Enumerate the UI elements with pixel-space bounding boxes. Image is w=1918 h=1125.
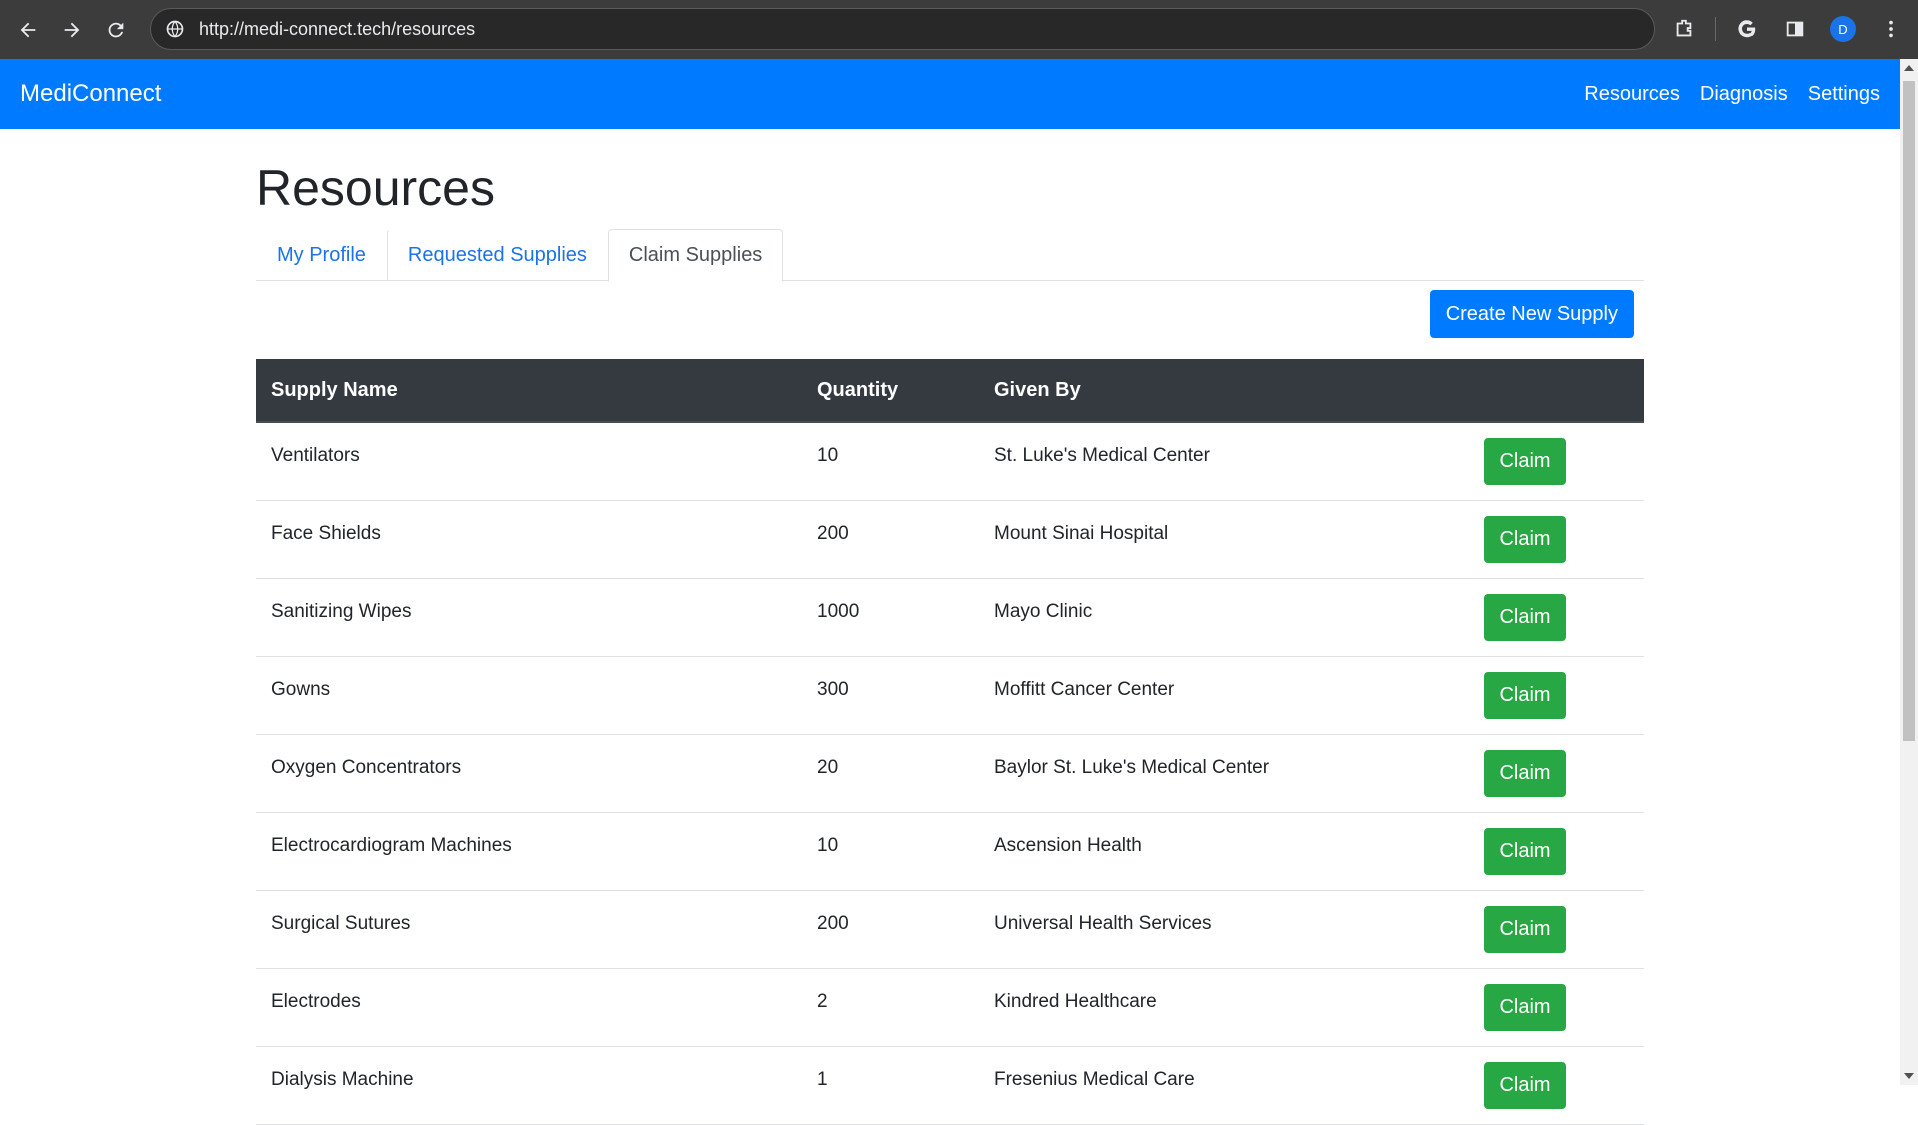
quantity-cell: 10 bbox=[802, 812, 979, 891]
actions-bar: Create New Supply bbox=[256, 281, 1644, 359]
browser-toolbar: http://medi-connect.tech/resources D bbox=[0, 0, 1918, 59]
action-cell: Claim bbox=[1469, 812, 1644, 891]
claim-button[interactable]: Claim bbox=[1484, 905, 1566, 953]
profile-button[interactable]: D bbox=[1826, 12, 1860, 46]
extensions-button[interactable] bbox=[1667, 12, 1701, 46]
google-button[interactable] bbox=[1730, 12, 1764, 46]
nav-link-resources[interactable]: Resources bbox=[1584, 83, 1680, 106]
header-supply-name: Supply Name bbox=[256, 359, 802, 423]
app-navbar: MediConnect Resources Diagnosis Settings bbox=[0, 59, 1900, 129]
claim-button[interactable]: Claim bbox=[1484, 671, 1566, 719]
supply-name-cell: Oxygen Concentrators bbox=[256, 734, 802, 813]
reload-icon bbox=[108, 22, 124, 37]
given-by-cell: Universal Health Services bbox=[979, 890, 1469, 969]
quantity-cell: 2 bbox=[802, 968, 979, 1047]
given-by-cell: Baylor St. Luke's Medical Center bbox=[979, 734, 1469, 813]
brand-logo[interactable]: MediConnect bbox=[20, 80, 161, 108]
claim-button[interactable]: Claim bbox=[1484, 983, 1566, 1031]
given-by-cell: Kindred Healthcare bbox=[979, 968, 1469, 1047]
header-given-by: Given By bbox=[979, 359, 1469, 423]
side-panel-icon bbox=[1786, 21, 1804, 37]
action-cell: Claim bbox=[1469, 734, 1644, 813]
given-by-cell: St. Luke's Medical Center bbox=[979, 422, 1469, 501]
supply-name-cell: Electrodes bbox=[256, 968, 802, 1047]
quantity-cell: 20 bbox=[802, 734, 979, 813]
given-by-cell: Mayo Clinic bbox=[979, 578, 1469, 657]
given-by-cell: Ascension Health bbox=[979, 812, 1469, 891]
back-button[interactable] bbox=[10, 12, 46, 48]
table-row: Sanitizing Wipes 1000 Mayo Clinic Claim bbox=[256, 578, 1644, 657]
claim-button[interactable]: Claim bbox=[1484, 593, 1566, 641]
avatar: D bbox=[1830, 16, 1856, 42]
arrow-right-icon bbox=[64, 22, 80, 37]
supply-name-cell: Surgical Sutures bbox=[256, 890, 802, 969]
table-header-row: Supply Name Quantity Given By bbox=[256, 359, 1644, 423]
supply-name-cell: Electrocardiogram Machines bbox=[256, 812, 802, 891]
table-row: Dialysis Machine 1 Fresenius Medical Care C… bbox=[256, 1046, 1644, 1125]
page-scrollbar[interactable] bbox=[1900, 59, 1918, 1085]
main-content: Resources My Profile Requested Supplies … bbox=[256, 129, 1644, 1125]
action-cell: Claim bbox=[1469, 500, 1644, 579]
action-cell: Claim bbox=[1469, 890, 1644, 969]
nav-link-diagnosis[interactable]: Diagnosis bbox=[1700, 83, 1788, 106]
table-row: Electrocardiogram Machines 10 Ascension He… bbox=[256, 812, 1644, 891]
create-new-supply-button[interactable]: Create New Supply bbox=[1429, 290, 1634, 338]
supply-name-cell: Ventilators bbox=[256, 422, 802, 501]
quantity-cell: 300 bbox=[802, 656, 979, 735]
table-row: Ventilators 10 St. Luke's Medical Center Cl… bbox=[256, 422, 1644, 501]
action-cell: Claim bbox=[1469, 968, 1644, 1047]
quantity-cell: 1000 bbox=[802, 578, 979, 657]
side-panel-button[interactable] bbox=[1778, 12, 1812, 46]
supplies-table: Supply Name Quantity Given By Ventilator… bbox=[256, 359, 1644, 1125]
claim-button[interactable]: Claim bbox=[1484, 515, 1566, 563]
action-cell: Claim bbox=[1469, 578, 1644, 657]
header-quantity: Quantity bbox=[802, 359, 979, 423]
quantity-cell: 200 bbox=[802, 500, 979, 579]
given-by-cell: Mount Sinai Hospital bbox=[979, 500, 1469, 579]
browser-menu-button[interactable] bbox=[1874, 12, 1908, 46]
quantity-cell: 10 bbox=[802, 422, 979, 501]
table-row: Electrodes 2 Kindred Healthcare Claim bbox=[256, 968, 1644, 1047]
tab-requested-supplies[interactable]: Requested Supplies bbox=[386, 229, 608, 281]
claim-button[interactable]: Claim bbox=[1484, 827, 1566, 875]
page-title: Resources bbox=[256, 160, 495, 216]
forward-button[interactable] bbox=[54, 12, 90, 48]
puzzle-icon bbox=[1676, 19, 1692, 37]
site-info-icon[interactable] bbox=[165, 19, 185, 39]
action-cell: Claim bbox=[1469, 1046, 1644, 1125]
table-row: Gowns 300 Moffitt Cancer Center Claim bbox=[256, 656, 1644, 735]
scrollbar-thumb[interactable] bbox=[1903, 81, 1915, 741]
claim-button[interactable]: Claim bbox=[1484, 1061, 1566, 1109]
supply-name-cell: Face Shields bbox=[256, 500, 802, 579]
header-action bbox=[1469, 359, 1644, 423]
given-by-cell: Fresenius Medical Care bbox=[979, 1046, 1469, 1125]
tab-claim-supplies[interactable]: Claim Supplies bbox=[607, 229, 784, 282]
claim-button[interactable]: Claim bbox=[1484, 749, 1566, 797]
given-by-cell: Moffitt Cancer Center bbox=[979, 656, 1469, 735]
scroll-down-icon[interactable] bbox=[1904, 1073, 1914, 1079]
quantity-cell: 1 bbox=[802, 1046, 979, 1125]
table-row: Surgical Sutures 200 Universal Health Serv… bbox=[256, 890, 1644, 969]
table-row: Face Shields 200 Mount Sinai Hospital Claim bbox=[256, 500, 1644, 579]
arrow-left-icon bbox=[20, 22, 36, 37]
claim-button[interactable]: Claim bbox=[1484, 438, 1566, 485]
supply-name-cell: Sanitizing Wipes bbox=[256, 578, 802, 657]
supply-name-cell: Dialysis Machine bbox=[256, 1046, 802, 1125]
tab-my-profile[interactable]: My Profile bbox=[256, 229, 387, 281]
action-cell: Claim bbox=[1469, 422, 1644, 501]
reload-button[interactable] bbox=[98, 12, 134, 48]
supply-name-cell: Gowns bbox=[256, 656, 802, 735]
table-row: Oxygen Concentrators 20 Baylor St. Luke's … bbox=[256, 734, 1644, 813]
url-text[interactable]: http://medi-connect.tech/resources bbox=[199, 19, 475, 40]
kebab-menu-icon bbox=[1889, 20, 1893, 38]
nav-links: Resources Diagnosis Settings bbox=[1584, 83, 1880, 106]
tab-bar: My Profile Requested Supplies Claim Supp… bbox=[256, 229, 1644, 282]
action-cell: Claim bbox=[1469, 656, 1644, 735]
scroll-up-icon[interactable] bbox=[1904, 65, 1914, 71]
quantity-cell: 200 bbox=[802, 890, 979, 969]
address-bar[interactable]: http://medi-connect.tech/resources bbox=[150, 8, 1655, 50]
toolbar-divider bbox=[1715, 17, 1716, 41]
nav-link-settings[interactable]: Settings bbox=[1808, 83, 1880, 106]
google-icon bbox=[1738, 20, 1756, 38]
